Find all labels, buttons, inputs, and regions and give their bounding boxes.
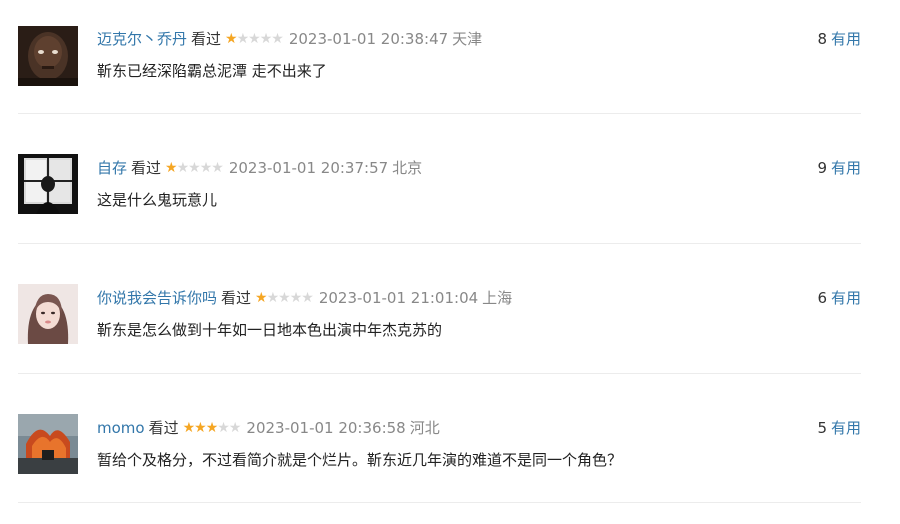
star-empty-icon: ★ xyxy=(217,420,230,436)
username-link[interactable]: 你说我会告诉你吗 xyxy=(97,289,217,307)
comment-meta: 你说我会告诉你吗 看过 ★★★★★ 2023-01-01 21:01:04 上海 xyxy=(97,286,512,310)
rating-stars: ★★★★★ xyxy=(165,156,224,180)
star-empty-icon: ★ xyxy=(176,160,190,176)
useful-count: 9 xyxy=(817,159,827,177)
comment-time: 2023-01-01 21:01:04 xyxy=(318,289,479,307)
star-empty-icon: ★ xyxy=(289,290,303,306)
comment-item: 迈克尔丶乔丹 看过 ★★★★★ 2023-01-01 20:38:47 天津 8 有用 靳… xyxy=(18,26,861,114)
star-empty-icon: ★ xyxy=(266,290,280,306)
comment-text: 靳东已经深陷霸总泥潭 走不出来了 xyxy=(97,62,327,80)
star-filled-icon: ★ xyxy=(194,420,207,436)
comment-item: 你说我会告诉你吗 看过 ★★★★★ 2023-01-01 21:01:04 上海 6 有用… xyxy=(18,244,861,374)
user-avatar[interactable] xyxy=(18,154,78,214)
watch-status: 看过 xyxy=(221,289,252,307)
star-empty-icon: ★ xyxy=(199,160,213,176)
star-filled-icon: ★ xyxy=(165,160,178,176)
star-filled-icon: ★ xyxy=(255,290,268,306)
watch-status: 看过 xyxy=(148,419,179,437)
star-filled-icon: ★ xyxy=(225,31,238,47)
star-empty-icon: ★ xyxy=(236,31,250,47)
useful-vote: 9 有用 xyxy=(817,156,861,180)
star-empty-icon: ★ xyxy=(248,31,261,47)
comment-time: 2023-01-01 20:38:47 xyxy=(288,30,449,48)
useful-count: 5 xyxy=(817,419,827,437)
star-empty-icon: ★ xyxy=(278,290,291,306)
star-empty-icon: ★ xyxy=(188,160,201,176)
rating-stars: ★★★★★ xyxy=(255,286,314,310)
comment-meta: 自存 看过 ★★★★★ 2023-01-01 20:37:57 北京 xyxy=(97,156,422,180)
comment-text: 靳东是怎么做到十年如一日地本色出演中年杰克苏的 xyxy=(97,321,443,339)
username-link[interactable]: 迈克尔丶乔丹 xyxy=(97,30,187,48)
comment-item: momo 看过 ★★★★★ 2023-01-01 20:36:58 河北 5 有用 暂给个… xyxy=(18,374,861,503)
user-avatar[interactable] xyxy=(18,284,78,344)
comment-text: 这是什么鬼玩意儿 xyxy=(97,191,218,209)
useful-button[interactable]: 有用 xyxy=(831,30,861,48)
comment-meta: momo 看过 ★★★★★ 2023-01-01 20:36:58 河北 xyxy=(97,416,440,440)
star-empty-icon: ★ xyxy=(259,31,273,47)
user-avatar[interactable] xyxy=(18,414,78,474)
user-avatar[interactable] xyxy=(18,26,78,86)
star-filled-icon: ★ xyxy=(205,420,219,436)
comment-location: 河北 xyxy=(409,419,440,437)
star-empty-icon: ★ xyxy=(301,290,314,306)
rating-stars: ★★★★★ xyxy=(225,27,284,51)
username-link[interactable]: 自存 xyxy=(97,159,127,177)
watch-status: 看过 xyxy=(191,30,222,48)
useful-vote: 8 有用 xyxy=(817,27,861,51)
useful-count: 6 xyxy=(817,289,827,307)
comment-meta: 迈克尔丶乔丹 看过 ★★★★★ 2023-01-01 20:38:47 天津 xyxy=(97,27,482,51)
comment-location: 上海 xyxy=(482,289,513,307)
comment-list: 迈克尔丶乔丹 看过 ★★★★★ 2023-01-01 20:38:47 天津 8 有用 靳… xyxy=(0,0,900,524)
useful-vote: 6 有用 xyxy=(817,286,861,310)
useful-button[interactable]: 有用 xyxy=(831,419,861,437)
star-empty-icon: ★ xyxy=(228,420,242,436)
useful-count: 8 xyxy=(817,30,827,48)
star-filled-icon: ★ xyxy=(182,420,196,436)
useful-button[interactable]: 有用 xyxy=(831,289,861,307)
star-empty-icon: ★ xyxy=(271,31,284,47)
comment-location: 北京 xyxy=(392,159,423,177)
star-empty-icon: ★ xyxy=(211,160,224,176)
useful-vote: 5 有用 xyxy=(817,416,861,440)
watch-status: 看过 xyxy=(131,159,162,177)
comment-item: 自存 看过 ★★★★★ 2023-01-01 20:37:57 北京 9 有用 这是什么鬼… xyxy=(18,114,861,244)
comment-time: 2023-01-01 20:37:57 xyxy=(228,159,389,177)
username-link[interactable]: momo xyxy=(97,419,145,437)
comment-time: 2023-01-01 20:36:58 xyxy=(246,419,406,437)
useful-button[interactable]: 有用 xyxy=(831,159,861,177)
rating-stars: ★★★★★ xyxy=(182,416,242,440)
comment-text: 暂给个及格分，不过看简介就是个烂片。靳东近几年演的难道不是同一个角色？ xyxy=(97,451,623,469)
comment-location: 天津 xyxy=(452,30,483,48)
